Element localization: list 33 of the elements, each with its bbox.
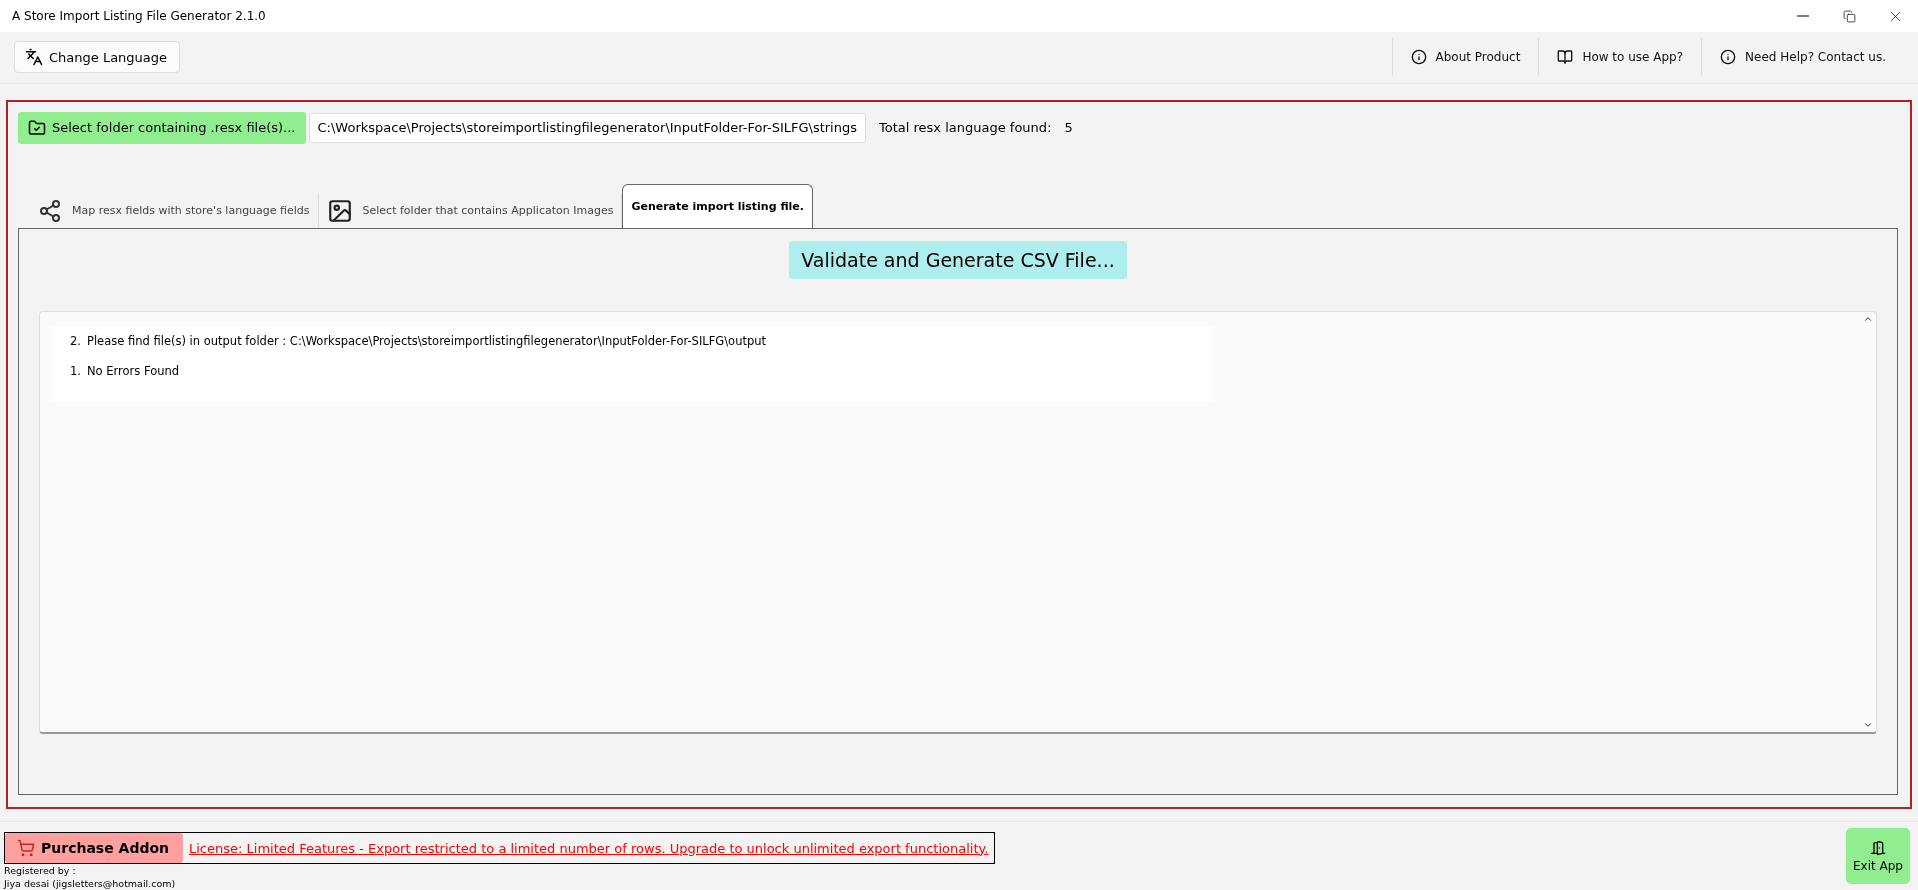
purchase-addon-button[interactable]: Purchase Addon — [5, 833, 183, 863]
folder-path-field[interactable]: C:\Workspace\Projects\storeimportlistingfilegenerator\InputFolder-For-SILFG\strings — [308, 112, 866, 143]
image-icon — [326, 197, 353, 224]
window-title: A Store Import Listing File Generator 2.1.0 — [12, 9, 267, 23]
log-message: No Errors Found — [87, 363, 180, 378]
registered-user: Jiya desai (jigsletters@hotmail.com) — [4, 877, 177, 890]
tab[interactable]: Map resx fields with store's language fields — [30, 193, 319, 228]
folder-icon — [28, 118, 46, 137]
list-number: 1. — [70, 363, 81, 378]
toolbar-link[interactable]: About Product — [1391, 38, 1539, 77]
book-icon — [1557, 49, 1574, 66]
select-folder-button[interactable]: Select folder containing .resx file(s)... — [18, 111, 306, 144]
tab[interactable]: Generate import listing file. — [622, 183, 813, 228]
license-link[interactable]: License: Limited Features - Export restricted to a limited number of rows. Upgrade to unlock unlimited export functionality. — [189, 840, 989, 856]
log-message: Please find file(s) in output folder : C:\Workspace\Projects\storeimportlistingfilegenerator\InputFolder-For-SILFG\output — [87, 333, 767, 348]
list-number: 2. — [70, 333, 81, 348]
info-icon — [1410, 49, 1427, 66]
scroll-down-icon[interactable] — [1863, 720, 1873, 730]
change-language-button[interactable]: Change Language — [14, 41, 181, 74]
translate-icon — [25, 48, 43, 67]
toolbar-link[interactable]: Need Help? Contact us. — [1701, 38, 1904, 77]
exit-app-button[interactable]: Exit App — [1846, 828, 1910, 884]
language-count-label: Total resx language found: — [879, 120, 1052, 136]
info-icon — [1720, 49, 1737, 66]
exit-icon — [1870, 839, 1886, 856]
registered-label: Registered by : — [4, 864, 77, 877]
validate-generate-button[interactable]: Validate and Generate CSV File... — [789, 240, 1127, 279]
share-icon — [38, 198, 62, 223]
minimize-icon — [1797, 15, 1809, 17]
cart-icon — [17, 839, 35, 857]
language-count: 5 — [1064, 120, 1073, 136]
toolbar-link[interactable]: How to use App? — [1538, 38, 1702, 77]
restore-icon — [1842, 9, 1856, 23]
